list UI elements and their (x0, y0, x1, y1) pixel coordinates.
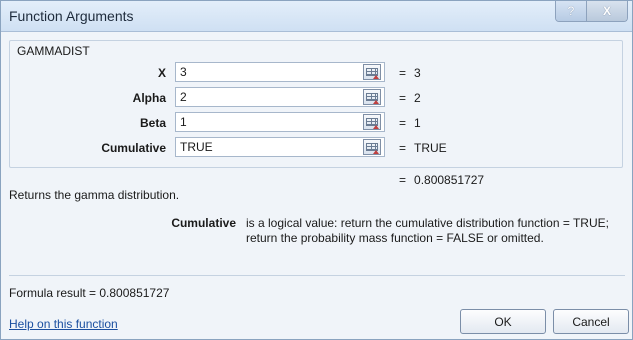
function-name-label: GAMMADIST (17, 44, 90, 58)
argument-result-alpha: = 2 (399, 91, 421, 105)
argument-label-beta: Beta (139, 116, 166, 130)
argument-label-alpha: Alpha (132, 91, 166, 105)
argument-row-cumulative: Cumulative =TRUE (1, 137, 633, 159)
argument-help-name: Cumulative (171, 216, 236, 230)
collapse-dialog-icon[interactable] (363, 139, 381, 155)
cancel-button[interactable]: Cancel (553, 309, 629, 334)
argument-result-x: = 3 (399, 66, 421, 80)
collapse-dialog-icon[interactable] (363, 89, 381, 105)
argument-input-beta[interactable] (175, 112, 385, 132)
function-result: = 0.800851727 (399, 173, 485, 187)
collapse-dialog-icon[interactable] (363, 114, 381, 130)
ok-button[interactable]: OK (460, 309, 546, 334)
argument-row-alpha: Alpha =2 (1, 87, 633, 109)
argument-label-x: X (157, 66, 166, 80)
argument-row-beta: Beta =1 (1, 112, 633, 134)
function-arguments-dialog: Function Arguments ? X GAMMADIST X =3 Al… (0, 0, 633, 340)
argument-result-cumulative: = TRUE (399, 141, 447, 155)
formula-result: Formula result = 0.800851727 (9, 286, 170, 300)
argument-input-cumulative[interactable] (175, 137, 385, 157)
help-icon[interactable]: ? (556, 1, 586, 21)
title-bar[interactable]: Function Arguments ? X (1, 1, 632, 32)
function-description: Returns the gamma distribution. (9, 188, 180, 202)
argument-label-cumulative: Cumulative (101, 141, 166, 155)
argument-result-beta: = 1 (399, 116, 421, 130)
close-icon[interactable]: X (586, 1, 627, 21)
collapse-dialog-icon[interactable] (363, 64, 381, 80)
argument-input-alpha[interactable] (175, 87, 385, 107)
divider (9, 275, 625, 276)
argument-row-x: X =3 (1, 62, 633, 84)
help-on-function-link[interactable]: Help on this function (9, 317, 118, 331)
argument-input-x[interactable] (175, 62, 385, 82)
argument-help-text: is a logical value: return the cumulativ… (246, 216, 609, 245)
window-controls: ? X (555, 1, 628, 22)
dialog-title: Function Arguments (9, 8, 134, 24)
